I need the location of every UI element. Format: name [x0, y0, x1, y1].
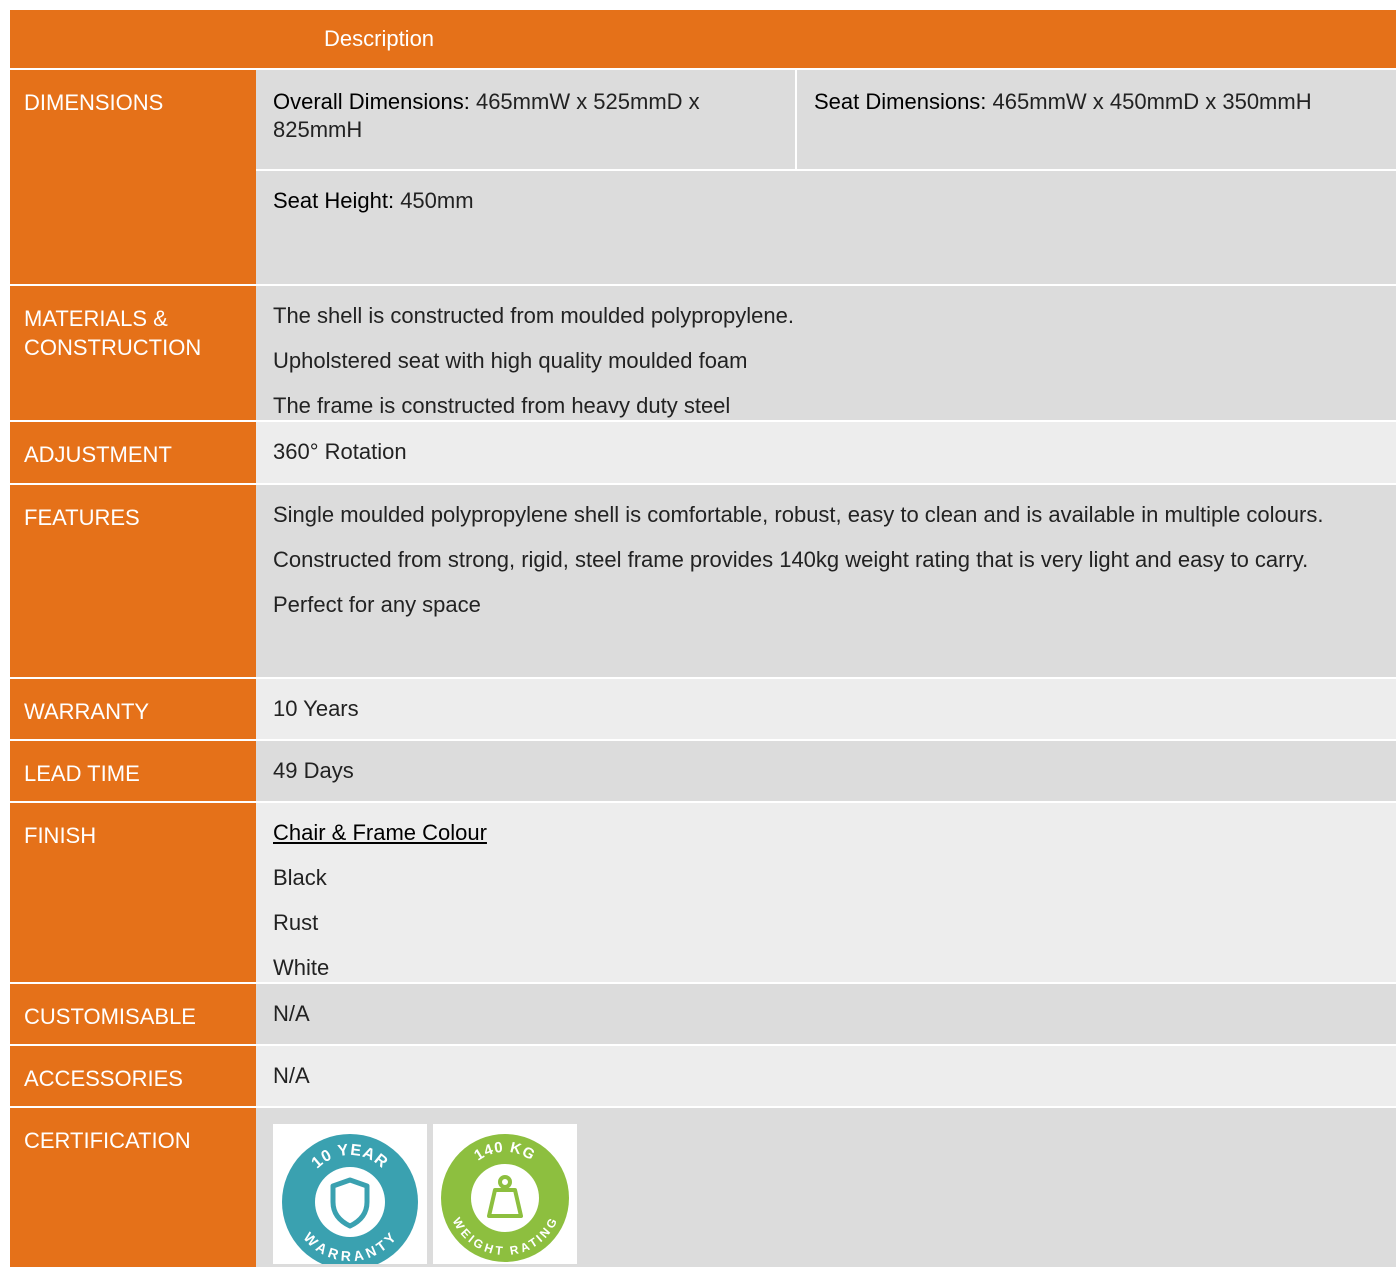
features-line: Constructed from strong, rigid, steel fr… — [273, 547, 1309, 572]
header-title: Description — [324, 26, 435, 51]
customisable-value: N/A — [273, 1001, 310, 1026]
seat-dimensions-label: Seat Dimensions: — [814, 89, 987, 114]
weight-badge-inner — [471, 1164, 539, 1232]
features-line: Single moulded polypropylene shell is co… — [273, 502, 1324, 527]
row-warranty: WARRANTY 10 Years — [10, 678, 1396, 741]
value-customisable: N/A — [256, 983, 1396, 1046]
materials-lines: The shell is constructed from moulded po… — [256, 286, 1396, 420]
label-warranty: WARRANTY — [10, 678, 256, 741]
label-certification: CERTIFICATION — [10, 1107, 256, 1267]
value-warranty: 10 Years — [256, 678, 1396, 741]
overall-dimensions-label: Overall Dimensions: — [273, 89, 470, 114]
lead-time-value: 49 Days — [273, 758, 354, 783]
seat-height-value: 450mm — [394, 188, 474, 213]
seat-height: Seat Height: 450mm — [256, 171, 1396, 226]
seat-dimensions-value: 465mmW x 450mmD x 350mmH — [986, 89, 1312, 114]
features-line: Perfect for any space — [273, 592, 481, 617]
certification-badges: 10 YEAR WARRANTY 140 KG WEIGHT RATING — [256, 1108, 1396, 1264]
warranty-lines: 10 Years — [256, 679, 1396, 723]
value-adjustment: 360° Rotation — [256, 421, 1396, 485]
finish-colour: White — [273, 955, 330, 980]
row-adjustment: ADJUSTMENT 360° Rotation — [10, 421, 1396, 485]
label-customisable: CUSTOMISABLE — [10, 983, 256, 1046]
materials-line: The frame is constructed from heavy duty… — [273, 393, 731, 418]
seat-dimensions: Seat Dimensions: 465mmW x 450mmD x 350mm… — [797, 70, 1396, 169]
value-features: Single moulded polypropylene shell is co… — [256, 484, 1396, 679]
weight-badge: 140 KG WEIGHT RATING — [433, 1124, 577, 1264]
features-lines: Single moulded polypropylene shell is co… — [256, 485, 1396, 619]
value-lead-time: 49 Days — [256, 740, 1396, 803]
warranty-badge: 10 YEAR WARRANTY — [273, 1124, 427, 1264]
dimensions-top: Overall Dimensions: 465mmW x 525mmD x 82… — [256, 70, 1396, 171]
accessories-value: N/A — [273, 1063, 310, 1088]
label-adjustment: ADJUSTMENT — [10, 421, 256, 485]
spec-table: Description DIMENSIONS Overall Dimension… — [10, 10, 1396, 1267]
finish-colour: Black — [273, 865, 327, 890]
row-accessories: ACCESSORIES N/A — [10, 1045, 1396, 1108]
overall-dimensions: Overall Dimensions: 465mmW x 525mmD x 82… — [256, 70, 797, 169]
warranty-value: 10 Years — [273, 696, 359, 721]
label-materials: MATERIALS & CONSTRUCTION — [10, 285, 256, 422]
header-cell: Description — [10, 10, 1396, 70]
finish-heading: Chair & Frame Colour — [273, 820, 487, 845]
row-certification: CERTIFICATION 10 YEAR WARRANTY 140 KG WE… — [10, 1107, 1396, 1267]
header-row: Description — [10, 10, 1396, 70]
adjustment-lines: 360° Rotation — [256, 422, 1396, 466]
warranty-badge-graphic: 10 YEAR WARRANTY — [282, 1134, 418, 1264]
row-materials: MATERIALS & CONSTRUCTION The shell is co… — [10, 285, 1396, 422]
value-materials: The shell is constructed from moulded po… — [256, 285, 1396, 422]
materials-line: The shell is constructed from moulded po… — [273, 303, 794, 328]
value-certification: 10 YEAR WARRANTY 140 KG WEIGHT RATING — [256, 1107, 1396, 1267]
value-finish: Chair & Frame Colour Black Rust White — [256, 802, 1396, 984]
label-lead-time: LEAD TIME — [10, 740, 256, 803]
label-features: FEATURES — [10, 484, 256, 679]
label-accessories: ACCESSORIES — [10, 1045, 256, 1108]
weight-badge-graphic: 140 KG WEIGHT RATING — [441, 1134, 569, 1262]
customisable-lines: N/A — [256, 984, 1396, 1028]
finish-lines: Chair & Frame Colour Black Rust White — [256, 803, 1396, 982]
row-features: FEATURES Single moulded polypropylene sh… — [10, 484, 1396, 679]
label-dimensions: DIMENSIONS — [10, 69, 256, 286]
accessories-lines: N/A — [256, 1046, 1396, 1090]
row-lead-time: LEAD TIME 49 Days — [10, 740, 1396, 803]
value-dimensions: Overall Dimensions: 465mmW x 525mmD x 82… — [256, 69, 1396, 286]
value-accessories: N/A — [256, 1045, 1396, 1108]
row-customisable: CUSTOMISABLE N/A — [10, 983, 1396, 1046]
label-finish: FINISH — [10, 802, 256, 984]
seat-height-label: Seat Height: — [273, 188, 395, 213]
lead-time-lines: 49 Days — [256, 741, 1396, 785]
finish-colour: Rust — [273, 910, 319, 935]
materials-line: Upholstered seat with high quality mould… — [273, 348, 748, 373]
row-dimensions: DIMENSIONS Overall Dimensions: 465mmW x … — [10, 69, 1396, 286]
adjustment-value: 360° Rotation — [273, 439, 407, 464]
row-finish: FINISH Chair & Frame Colour Black Rust W… — [10, 802, 1396, 984]
